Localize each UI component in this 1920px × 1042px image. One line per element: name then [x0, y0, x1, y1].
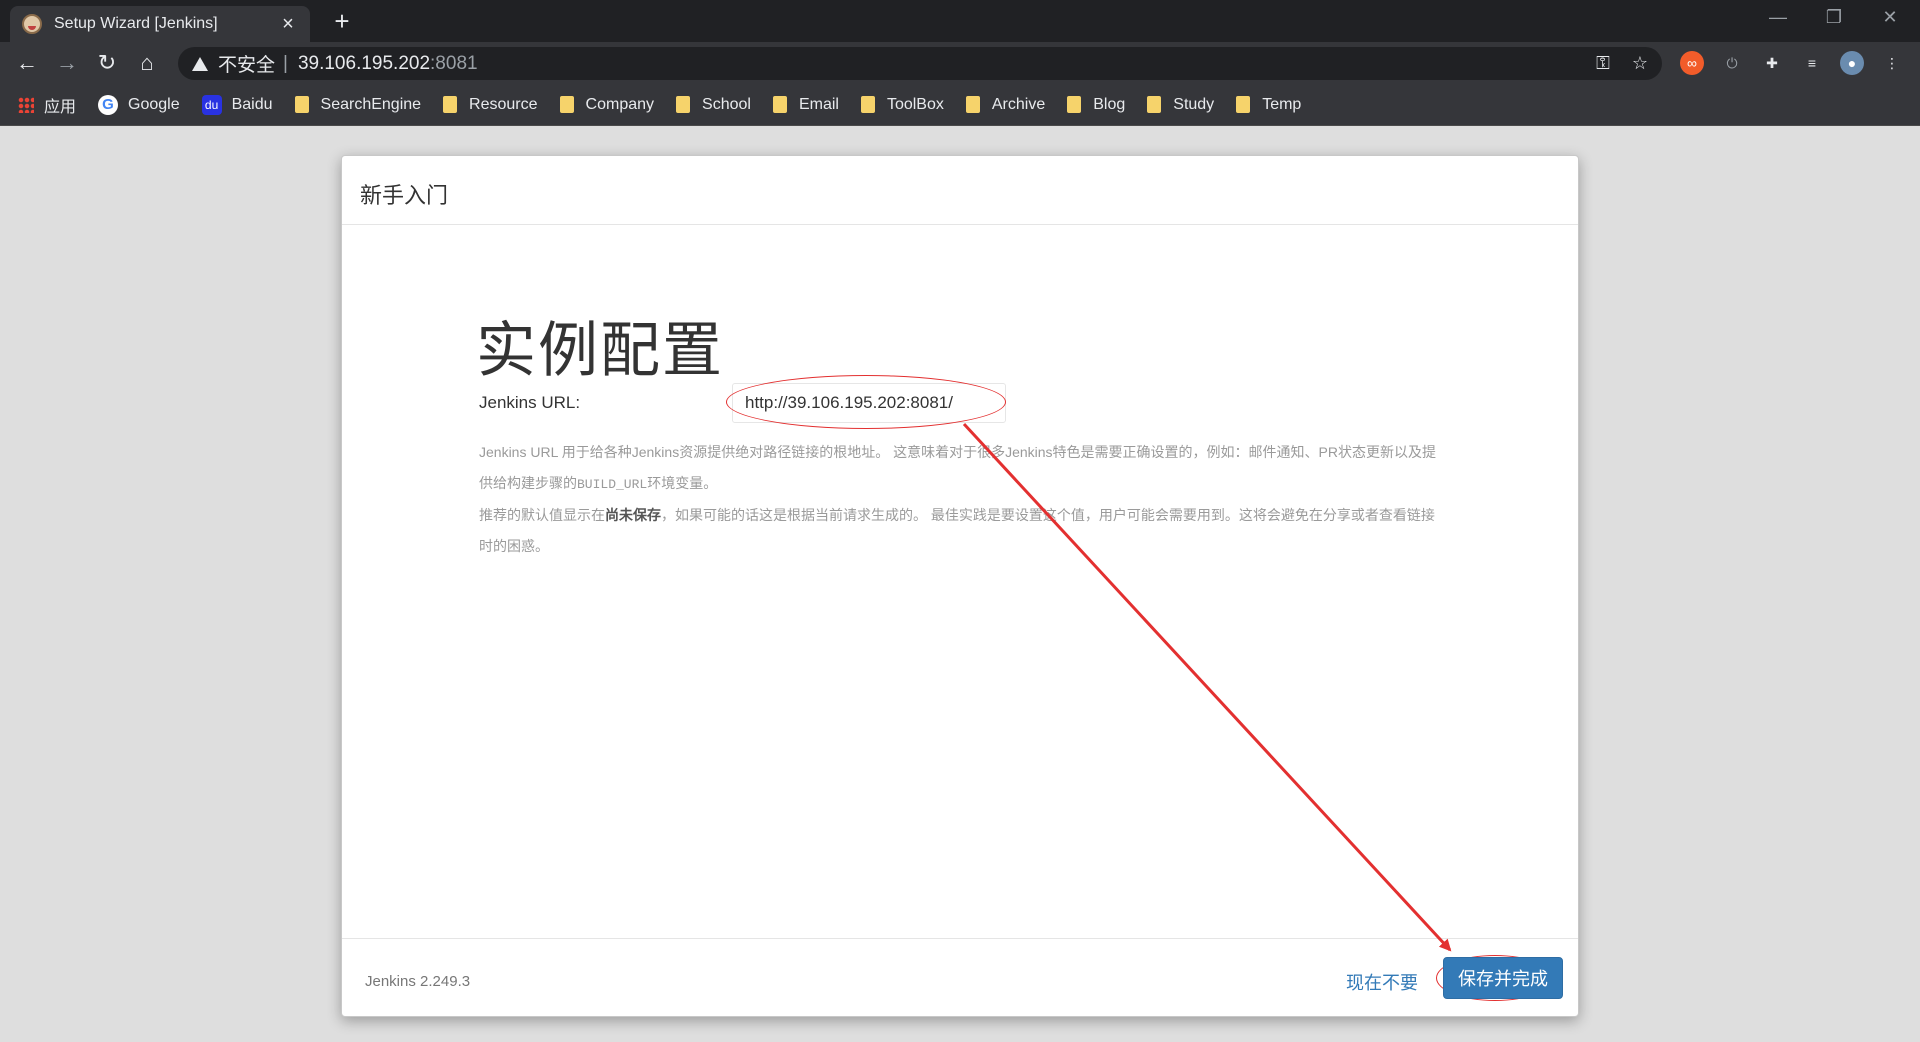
folder-icon — [676, 96, 691, 113]
skip-link[interactable]: 现在不要 — [1346, 969, 1418, 995]
setup-wizard-dialog: 新手入门 实例配置 Jenkins URL: Jenkins URL 用于给各种… — [341, 155, 1579, 1017]
save-and-finish-button[interactable]: 保存并完成 — [1443, 957, 1563, 999]
tab-setup-wizard[interactable]: Setup Wizard [Jenkins] × — [10, 6, 310, 42]
reload-icon[interactable]: ↻ — [90, 46, 124, 80]
key-icon[interactable]: ⚿ — [1596, 53, 1610, 74]
tab-strip: Setup Wizard [Jenkins] × + — ❐ ✕ — [0, 0, 1920, 42]
help-text: Jenkins URL 用于给各种Jenkins资源提供绝对路径链接的根地址。 … — [479, 437, 1439, 562]
help-paragraph-1: Jenkins URL 用于给各种Jenkins资源提供绝对路径链接的根地址。 … — [479, 444, 1437, 492]
folder-icon — [772, 96, 787, 113]
warning-icon[interactable] — [192, 56, 208, 71]
reading-list-icon[interactable]: ≡ — [1800, 51, 1824, 75]
bookmark-google[interactable]: G Google — [98, 94, 180, 115]
folder-icon — [965, 96, 980, 113]
home-icon[interactable]: ⌂ — [130, 46, 164, 80]
jenkins-url-label: Jenkins URL: — [479, 393, 581, 412]
url-port: :8081 — [430, 52, 478, 74]
dialog-footer: Jenkins 2.249.3 现在不要 保存并完成 — [342, 938, 1578, 1016]
bookmarks-bar: 应用 G Google du Baidu SearchEngine Resource… — [0, 84, 1920, 126]
page-title: 实例配置 — [476, 317, 724, 384]
back-arrow-icon[interactable]: ← — [10, 46, 44, 80]
apps-icon — [18, 96, 34, 113]
restore-icon[interactable]: ❐ — [1806, 0, 1862, 34]
forward-arrow-icon[interactable]: → — [50, 46, 84, 80]
star-icon[interactable]: ☆ — [1632, 53, 1648, 74]
extension-power-icon[interactable]: ⏻ — [1720, 51, 1744, 75]
close-window-icon[interactable]: ✕ — [1862, 0, 1918, 34]
jenkins-favicon-icon — [22, 14, 42, 34]
bookmark-folder[interactable]: Blog — [1067, 96, 1125, 114]
tab-close-icon[interactable]: × — [278, 13, 298, 36]
minimize-icon[interactable]: — — [1750, 0, 1806, 34]
folder-icon — [294, 96, 309, 113]
bookmark-apps[interactable]: 应用 — [18, 93, 76, 117]
address-separator: | — [283, 52, 288, 74]
google-icon: G — [98, 94, 119, 115]
not-saved-emphasis: 尚未保存 — [605, 507, 661, 523]
bookmark-folder[interactable]: Company — [559, 96, 654, 114]
address-bar[interactable]: 不安全 | 39.106.195.202 :8081 ⚿ ☆ — [178, 47, 1662, 80]
bookmark-folder[interactable]: Email — [772, 96, 839, 114]
build-url-code: BUILD_URL — [577, 477, 648, 492]
new-tab-icon[interactable]: + — [326, 6, 358, 38]
tab-title: Setup Wizard [Jenkins] — [54, 15, 218, 32]
bookmark-folder[interactable]: SearchEngine — [294, 96, 421, 114]
extensions-puzzle-icon[interactable]: ✚ — [1760, 51, 1784, 75]
bookmark-folder[interactable]: Resource — [443, 96, 538, 114]
folder-icon — [1067, 96, 1082, 113]
dialog-body: 实例配置 Jenkins URL: Jenkins URL 用于给各种Jenki… — [342, 225, 1578, 940]
profile-avatar-icon[interactable]: ● — [1840, 51, 1864, 75]
extension-infinity-icon[interactable]: ∞ — [1680, 51, 1704, 75]
jenkins-url-input[interactable] — [732, 383, 1006, 423]
bookmark-folder[interactable]: ToolBox — [860, 96, 944, 114]
security-label[interactable]: 不安全 — [218, 50, 275, 77]
folder-icon — [1236, 96, 1251, 113]
browser-toolbar: ← → ↻ ⌂ 不安全 | 39.106.195.202 :8081 ⚿ ☆ ∞… — [0, 42, 1920, 84]
more-menu-icon[interactable]: ⋮ — [1880, 51, 1904, 75]
folder-icon — [559, 96, 574, 113]
jenkins-version: Jenkins 2.249.3 — [365, 973, 471, 990]
bookmark-baidu[interactable]: du Baidu — [201, 94, 273, 115]
folder-icon — [1147, 96, 1162, 113]
bookmark-folder[interactable]: Study — [1147, 96, 1214, 114]
folder-icon — [860, 96, 875, 113]
bookmark-folder[interactable]: Temp — [1236, 96, 1301, 114]
folder-icon — [443, 96, 458, 113]
bookmark-folder[interactable]: School — [676, 96, 751, 114]
baidu-icon: du — [201, 94, 222, 115]
dialog-header: 新手入门 — [342, 156, 1578, 225]
url-host: 39.106.195.202 — [297, 52, 431, 74]
bookmark-folder[interactable]: Archive — [965, 96, 1045, 114]
help-paragraph-2: 推荐的默认值显示在尚未保存，如果可能的话这是根据当前请求生成的。 最佳实践是要设… — [479, 507, 1435, 554]
